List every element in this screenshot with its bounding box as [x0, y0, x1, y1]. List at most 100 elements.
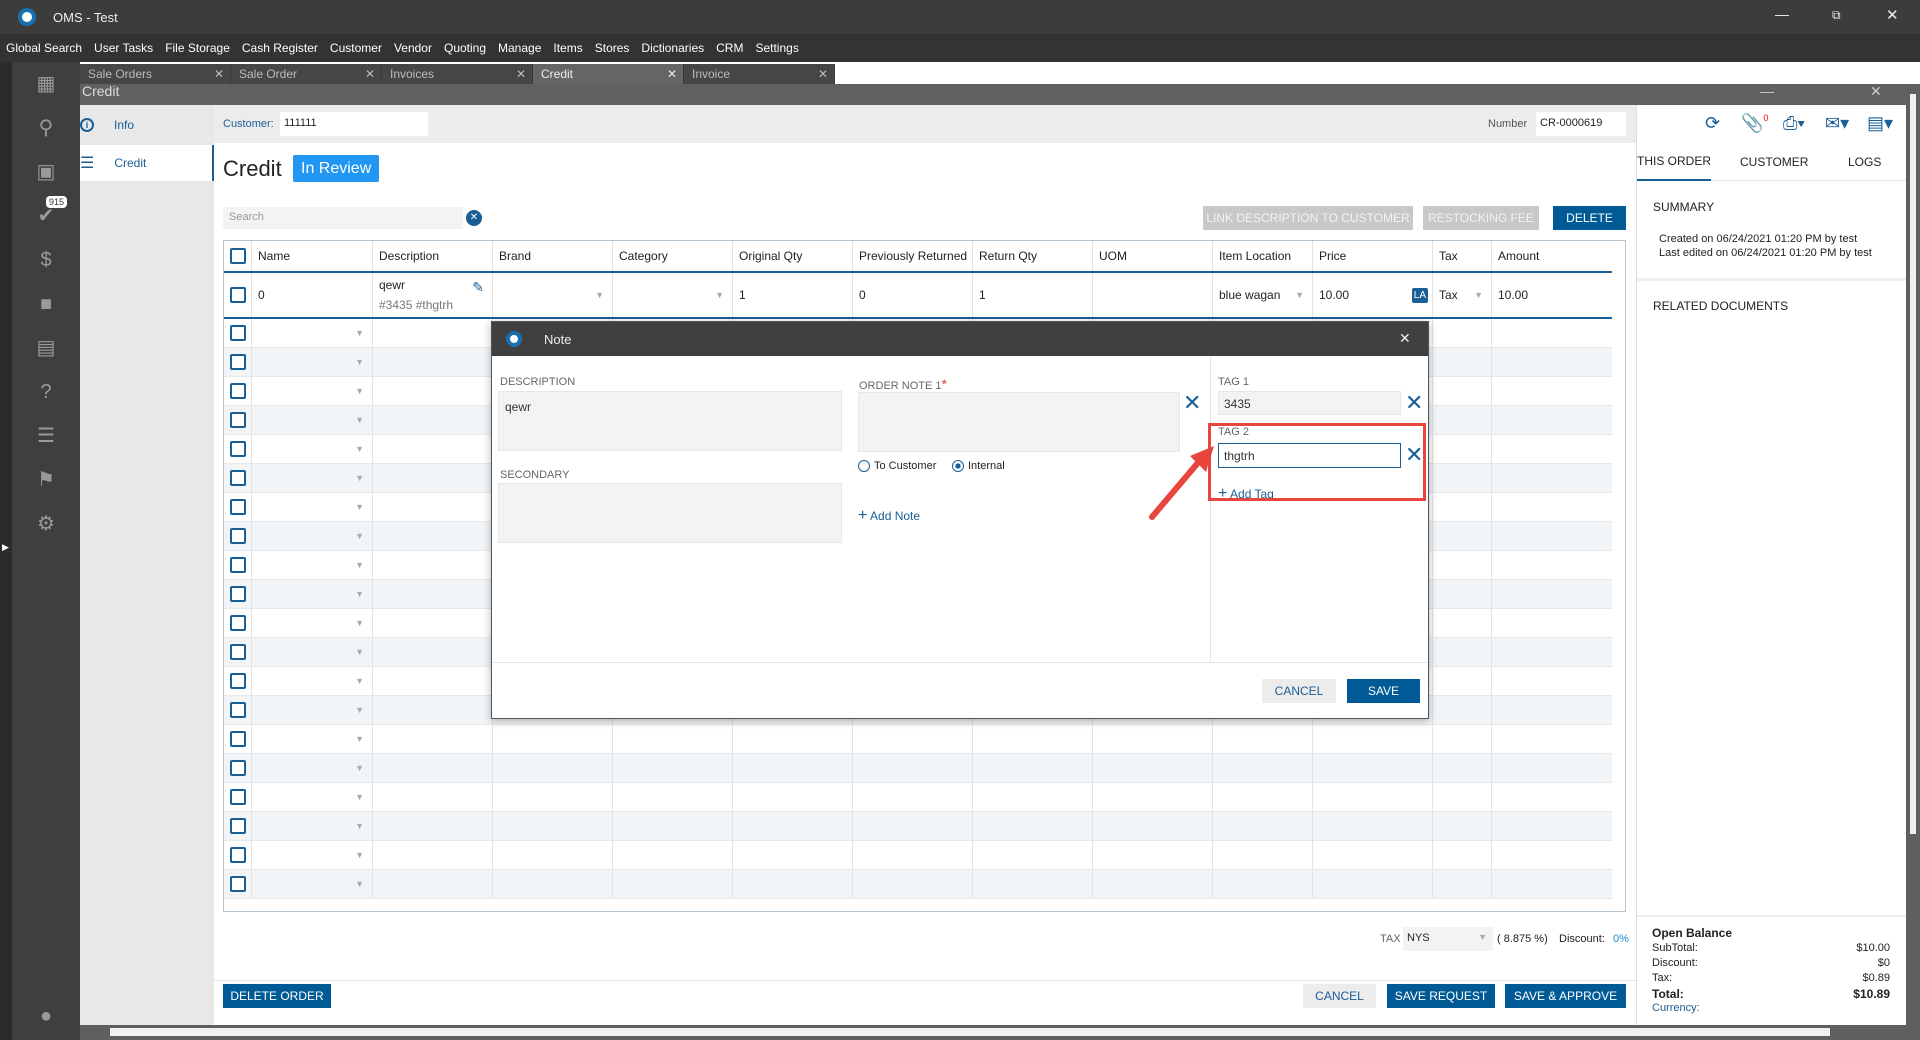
price-badge[interactable]: LA [1411, 287, 1428, 303]
vertical-scrollbar[interactable] [1906, 84, 1920, 1025]
email-icon[interactable]: ✉▾ [1825, 113, 1849, 134]
menu-item[interactable]: Global Search [6, 41, 82, 55]
menu-item[interactable]: File Storage [165, 41, 230, 55]
menu-item[interactable]: Settings [755, 41, 798, 55]
dropdown-arrow-icon[interactable]: ▼ [355, 792, 364, 802]
cancel-button[interactable]: CANCEL [1303, 984, 1376, 1008]
dropdown-arrow-icon[interactable]: ▼ [355, 705, 364, 715]
table-row[interactable]: 0 qewr #3435 #thgtrh ✎ ▼ ▼ 1 0 1 blue wagan ▼ 10.00… [224, 273, 1612, 319]
dashboard-icon[interactable]: ▦ [34, 72, 58, 96]
column-header[interactable]: Previously Returned [852, 241, 972, 271]
settings-icon[interactable]: ⚙ [34, 512, 58, 536]
save-request-button[interactable]: SAVE REQUEST [1387, 984, 1495, 1008]
save-approve-button[interactable]: SAVE & APPROVE [1505, 984, 1626, 1008]
empty-row[interactable]: ▼ [224, 783, 1612, 812]
column-header[interactable]: Amount [1491, 241, 1612, 271]
edit-pencil-icon[interactable]: ✎ [472, 279, 484, 296]
tab-logs[interactable]: LOGS [1848, 155, 1881, 169]
tab-this-order[interactable]: THIS ORDER [1637, 143, 1711, 181]
expand-arrow-icon[interactable]: ▶ [2, 542, 9, 553]
nav-credit[interactable]: ☰ Credit [80, 145, 214, 181]
tag1-field[interactable]: 3435 [1218, 391, 1401, 415]
discount-link[interactable]: 0% [1613, 933, 1629, 945]
inner-close-button[interactable]: ✕ [1870, 84, 1882, 98]
tax-select[interactable]: NYS ▼ [1403, 927, 1493, 951]
delete-button[interactable]: DELETE [1553, 206, 1626, 230]
dropdown-arrow-icon[interactable]: ▼ [355, 850, 364, 860]
row-checkbox[interactable] [230, 470, 246, 486]
menu-item[interactable]: Stores [595, 41, 630, 55]
dollar-icon[interactable]: $ [34, 248, 58, 272]
search-icon[interactable]: ⚲ [34, 116, 58, 140]
print-icon[interactable]: ⎙▾ [1783, 113, 1805, 134]
dropdown-arrow-icon[interactable]: ▼ [355, 415, 364, 425]
empty-row[interactable]: ▼ [224, 725, 1612, 754]
clipboard-icon[interactable]: ☰ [34, 424, 58, 448]
row-checkbox[interactable] [230, 847, 246, 863]
row-checkbox[interactable] [230, 760, 246, 776]
user-icon[interactable]: ● [34, 1004, 58, 1028]
dropdown-arrow-icon[interactable]: ▼ [355, 502, 364, 512]
menu-item[interactable]: Cash Register [242, 41, 318, 55]
customer-field[interactable]: 111111 [280, 112, 428, 136]
delete-order-button[interactable]: DELETE ORDER [223, 984, 331, 1008]
store-icon[interactable]: ▤ [34, 336, 58, 360]
row-checkbox[interactable] [230, 789, 246, 805]
dropdown-arrow-icon[interactable]: ▼ [355, 647, 364, 657]
row-checkbox[interactable] [230, 731, 246, 747]
tag-icon[interactable]: ⚑ [34, 468, 58, 492]
close-tab-icon[interactable]: ✕ [818, 67, 828, 81]
dropdown-arrow-icon[interactable]: ▼ [355, 560, 364, 570]
attachment-icon[interactable]: 📎0 [1741, 113, 1768, 134]
column-header[interactable]: Tax [1432, 241, 1491, 271]
dropdown-arrow-icon[interactable]: ▼ [355, 763, 364, 773]
link-description-button[interactable]: LINK DESCRIPTION TO CUSTOMER [1203, 206, 1413, 230]
description-field[interactable]: qewr [498, 391, 842, 451]
menu-item[interactable]: Dictionaries [641, 41, 704, 55]
menu-item[interactable]: CRM [716, 41, 743, 55]
tab-sale-orders[interactable]: Sale Orders ✕ [80, 64, 230, 84]
select-all-checkbox[interactable] [230, 248, 246, 264]
refresh-icon[interactable]: ⟳ [1705, 113, 1720, 134]
radio-to-customer[interactable]: To Customer [858, 460, 936, 472]
dropdown-arrow-icon[interactable]: ▼ [355, 357, 364, 367]
menu-item[interactable]: Items [553, 41, 582, 55]
tab-invoice[interactable]: Invoice ✕ [684, 64, 834, 84]
document-icon[interactable]: ▤▾ [1867, 113, 1893, 134]
dialog-save-button[interactable]: SAVE [1347, 679, 1420, 703]
dropdown-arrow-icon[interactable]: ▼ [355, 589, 364, 599]
minimize-button[interactable]: — [1775, 6, 1789, 22]
dropdown-arrow-icon[interactable]: ▼ [355, 676, 364, 686]
dropdown-arrow-icon[interactable]: ▼ [355, 734, 364, 744]
column-header[interactable]: Description [372, 241, 492, 271]
row-checkbox[interactable] [230, 354, 246, 370]
dropdown-arrow-icon[interactable]: ▼ [355, 879, 364, 889]
menu-item[interactable]: Quoting [444, 41, 486, 55]
column-header[interactable]: UOM [1092, 241, 1212, 271]
close-tab-icon[interactable]: ✕ [365, 67, 375, 81]
dropdown-arrow-icon[interactable]: ▼ [355, 821, 364, 831]
menu-item[interactable]: Customer [330, 41, 382, 55]
row-checkbox[interactable] [230, 876, 246, 892]
dropdown-arrow-icon[interactable]: ▼ [595, 290, 604, 300]
row-checkbox[interactable] [230, 499, 246, 515]
row-checkbox[interactable] [230, 644, 246, 660]
close-tab-icon[interactable]: ✕ [214, 67, 224, 81]
empty-row[interactable]: ▼ [224, 870, 1612, 899]
menu-item[interactable]: Vendor [394, 41, 432, 55]
tab-customer[interactable]: CUSTOMER [1740, 155, 1808, 169]
horizontal-scrollbar[interactable] [80, 1025, 1920, 1040]
nav-info[interactable]: i Info [80, 107, 214, 143]
dropdown-arrow-icon[interactable]: ▼ [715, 290, 724, 300]
row-checkbox[interactable] [230, 325, 246, 341]
dropdown-arrow-icon[interactable]: ▼ [355, 328, 364, 338]
dropdown-arrow-icon[interactable]: ▼ [355, 618, 364, 628]
clipboard-question-icon[interactable]: ? [34, 380, 58, 404]
column-header[interactable]: Name [251, 241, 372, 271]
tab-credit[interactable]: Credit ✕ [533, 64, 683, 84]
currency-row[interactable]: Currency: [1652, 1002, 1890, 1014]
tasks-icon[interactable]: ✔ 915 [34, 196, 68, 228]
row-checkbox[interactable] [230, 528, 246, 544]
row-checkbox[interactable] [230, 557, 246, 573]
restore-button[interactable]: ⧉ [1832, 8, 1841, 23]
